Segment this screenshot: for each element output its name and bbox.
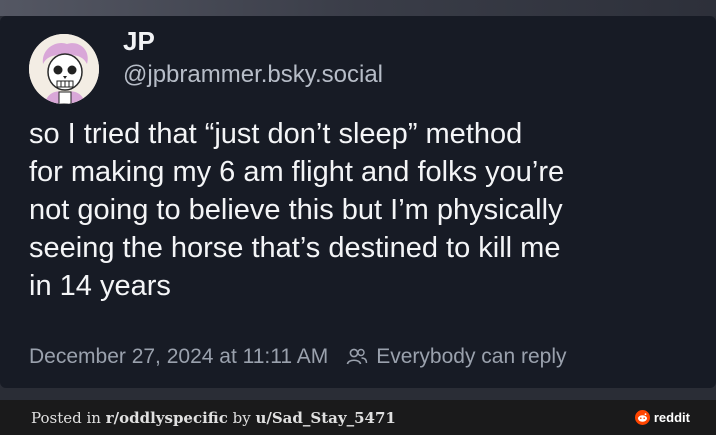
username-link[interactable]: u/Sad_Stay_5471 xyxy=(255,409,395,427)
attribution-by: by xyxy=(227,409,256,427)
reddit-logo-icon xyxy=(634,410,650,425)
reply-setting: Everybody can reply xyxy=(376,345,567,368)
attribution-prefix: Posted in xyxy=(31,409,106,427)
post-card: JP @jpbrammer.bsky.social so I tried tha… xyxy=(0,16,716,388)
reddit-wordmark: reddit xyxy=(653,410,690,425)
display-name[interactable]: JP xyxy=(123,26,155,57)
reddit-brand: reddit xyxy=(634,410,690,425)
subreddit-link[interactable]: r/oddlyspecific xyxy=(106,409,228,427)
user-handle[interactable]: @jpbrammer.bsky.social xyxy=(123,61,383,89)
attribution: Posted in r/oddlyspecific by u/Sad_Stay_… xyxy=(31,409,396,427)
people-icon xyxy=(346,347,368,367)
reddit-footer: Posted in r/oddlyspecific by u/Sad_Stay_… xyxy=(0,400,716,435)
post-timestamp[interactable]: December 27, 2024 at 11:11 AM xyxy=(29,345,328,369)
skeleton-avatar-icon xyxy=(29,34,99,104)
avatar[interactable] xyxy=(29,34,99,104)
post-text: so I tried that “just don’t sleep” metho… xyxy=(29,118,565,302)
top-blur-strip xyxy=(0,0,716,16)
post-meta: December 27, 2024 at 11:11 AM Everybody … xyxy=(29,344,567,370)
